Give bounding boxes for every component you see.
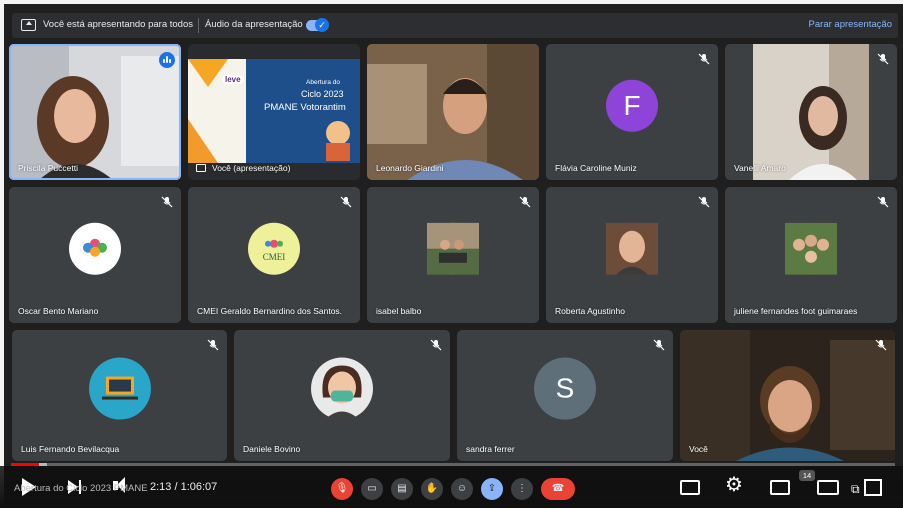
mic-off-icon (340, 196, 352, 208)
avatar (88, 357, 151, 420)
raise-hand-button[interactable]: ✋ (421, 478, 443, 500)
emoji-button[interactable]: ☺ (451, 478, 473, 500)
screen: Você está apresentando para todos Áudio … (0, 0, 903, 508)
presenting-banner: Você está apresentando para todos Áudio … (12, 13, 898, 38)
mic-off-icon (877, 196, 889, 208)
participant-name: Luis Fernando Bevilacqua (21, 444, 120, 454)
participant-tile[interactable]: juliene fernandes foot guimaraes (725, 187, 897, 323)
participant-name: Daniele Bovino (243, 444, 301, 454)
presenting-text: Você está apresentando para todos (43, 19, 194, 30)
mic-off-icon (877, 53, 889, 65)
fullscreen-icon[interactable] (864, 479, 882, 496)
check-icon: ✓ (315, 18, 329, 32)
participant-name: sandra ferrer (466, 444, 515, 454)
group-photo (427, 222, 479, 275)
avatar (311, 357, 373, 420)
computer-desk-icon (101, 376, 138, 400)
theater-mode-icon[interactable] (817, 480, 839, 495)
presentation-tile[interactable]: leve Abertura do Ciclo 2023 PMANE Votora… (188, 44, 360, 180)
participant-video (753, 44, 869, 180)
audio-label: Áudio da apresentação (205, 19, 303, 30)
participant-tile[interactable]: Vanelli Amaro (725, 44, 897, 180)
mic-off-icon (653, 339, 665, 351)
slide-title-line-1: Abertura do (306, 79, 340, 86)
participant-name: Você (689, 444, 708, 454)
avatar: F (606, 79, 658, 132)
miniplayer-icon[interactable] (770, 480, 790, 495)
captions-button[interactable]: ▤ (391, 478, 413, 500)
participant-tile[interactable]: Roberta Agustinho (546, 187, 718, 323)
camera-toggle-button[interactable]: ▭ (361, 478, 383, 500)
playlist-count-badge: 14 (799, 470, 815, 481)
mic-off-icon (875, 339, 887, 351)
participant-name: Você (apresentação) (212, 163, 291, 173)
mic-off-icon (207, 339, 219, 351)
leave-call-button[interactable]: ☎ (541, 478, 575, 500)
more-options-button[interactable]: ⋮ (511, 478, 533, 500)
school-logo-icon (83, 238, 107, 257)
participant-name: isabel balbo (376, 306, 422, 316)
present-screen-icon (21, 19, 36, 31)
participant-tile[interactable]: Oscar Bento Mariano (9, 187, 181, 323)
progress-bar[interactable] (11, 463, 895, 466)
present-button[interactable]: ⇪ (481, 478, 503, 500)
participant-video (367, 44, 539, 180)
mic-off-icon (430, 339, 442, 351)
mic-off-icon (519, 196, 531, 208)
avatar (427, 222, 479, 275)
slide-subtitle: PMANE Votorantim (264, 102, 346, 113)
subtitles-icon[interactable] (680, 480, 700, 495)
participant-tile[interactable]: CMEI CMEI Geraldo Bernardino dos Santos. (188, 187, 360, 323)
participant-tile[interactable]: S sandra ferrer (457, 330, 673, 461)
participant-tile[interactable]: Priscila Puccetti (9, 44, 181, 180)
family-photo (785, 222, 837, 275)
participant-name: Leonardo Giardini (376, 163, 444, 173)
video-title: Abertura do Ciclo 2023 PMANE Votorantim (14, 483, 150, 494)
participant-name: juliene fernandes foot guimaraes (734, 306, 858, 316)
stop-presenting-button[interactable]: Parar apresentação (809, 19, 892, 30)
progress-played (11, 463, 40, 466)
presentation-slide: leve Abertura do Ciclo 2023 PMANE Votora… (188, 59, 360, 163)
avatar (69, 222, 121, 275)
slide-badge: leve (222, 75, 244, 84)
audio-toggle[interactable]: ✓ (306, 18, 329, 32)
cast-icon[interactable]: ⧉ (851, 482, 860, 497)
participant-name: Vanelli Amaro (734, 163, 786, 173)
participant-name: Flávia Caroline Muniz (555, 163, 637, 173)
participant-name: Priscila Puccetti (18, 163, 78, 173)
avatar: S (534, 357, 596, 420)
flower-logo-icon (265, 239, 283, 248)
participant-tile[interactable]: F Flávia Caroline Muniz (546, 44, 718, 180)
participant-tile[interactable]: Daniele Bovino (234, 330, 450, 461)
settings-gear-icon[interactable]: ⚙ (725, 475, 743, 495)
avatar: CMEI (248, 222, 300, 275)
profile-photo (606, 222, 658, 275)
banner-divider (198, 18, 199, 33)
mic-off-icon (698, 196, 710, 208)
mic-off-icon (161, 196, 173, 208)
mic-off-icon (698, 53, 710, 65)
participant-video (680, 330, 895, 461)
avatar (606, 222, 658, 275)
avatar (785, 222, 837, 275)
participant-tile[interactable]: isabel balbo (367, 187, 539, 323)
participant-name: Roberta Agustinho (555, 306, 625, 316)
participant-tile[interactable]: Luis Fernando Bevilacqua (12, 330, 227, 461)
cartoon-avatar (322, 365, 362, 420)
cmei-logo-text: CMEI (262, 251, 286, 262)
slide-title-line-2: Ciclo 2023 (301, 89, 344, 99)
time-display: 2:13 / 1:06:07 (150, 481, 218, 493)
participant-name: Oscar Bento Mariano (18, 306, 99, 316)
speaking-indicator-icon (159, 52, 175, 68)
participant-name: CMEI Geraldo Bernardino dos Santos. (197, 306, 343, 316)
participant-tile[interactable]: Leonardo Giardini (367, 44, 539, 180)
mic-toggle-button[interactable]: 🎙 (331, 478, 353, 500)
meet-window: Você está apresentando para todos Áudio … (4, 4, 903, 504)
participant-tile[interactable]: Você (680, 330, 895, 461)
participant-video (9, 44, 181, 180)
presentation-icon (196, 164, 206, 172)
